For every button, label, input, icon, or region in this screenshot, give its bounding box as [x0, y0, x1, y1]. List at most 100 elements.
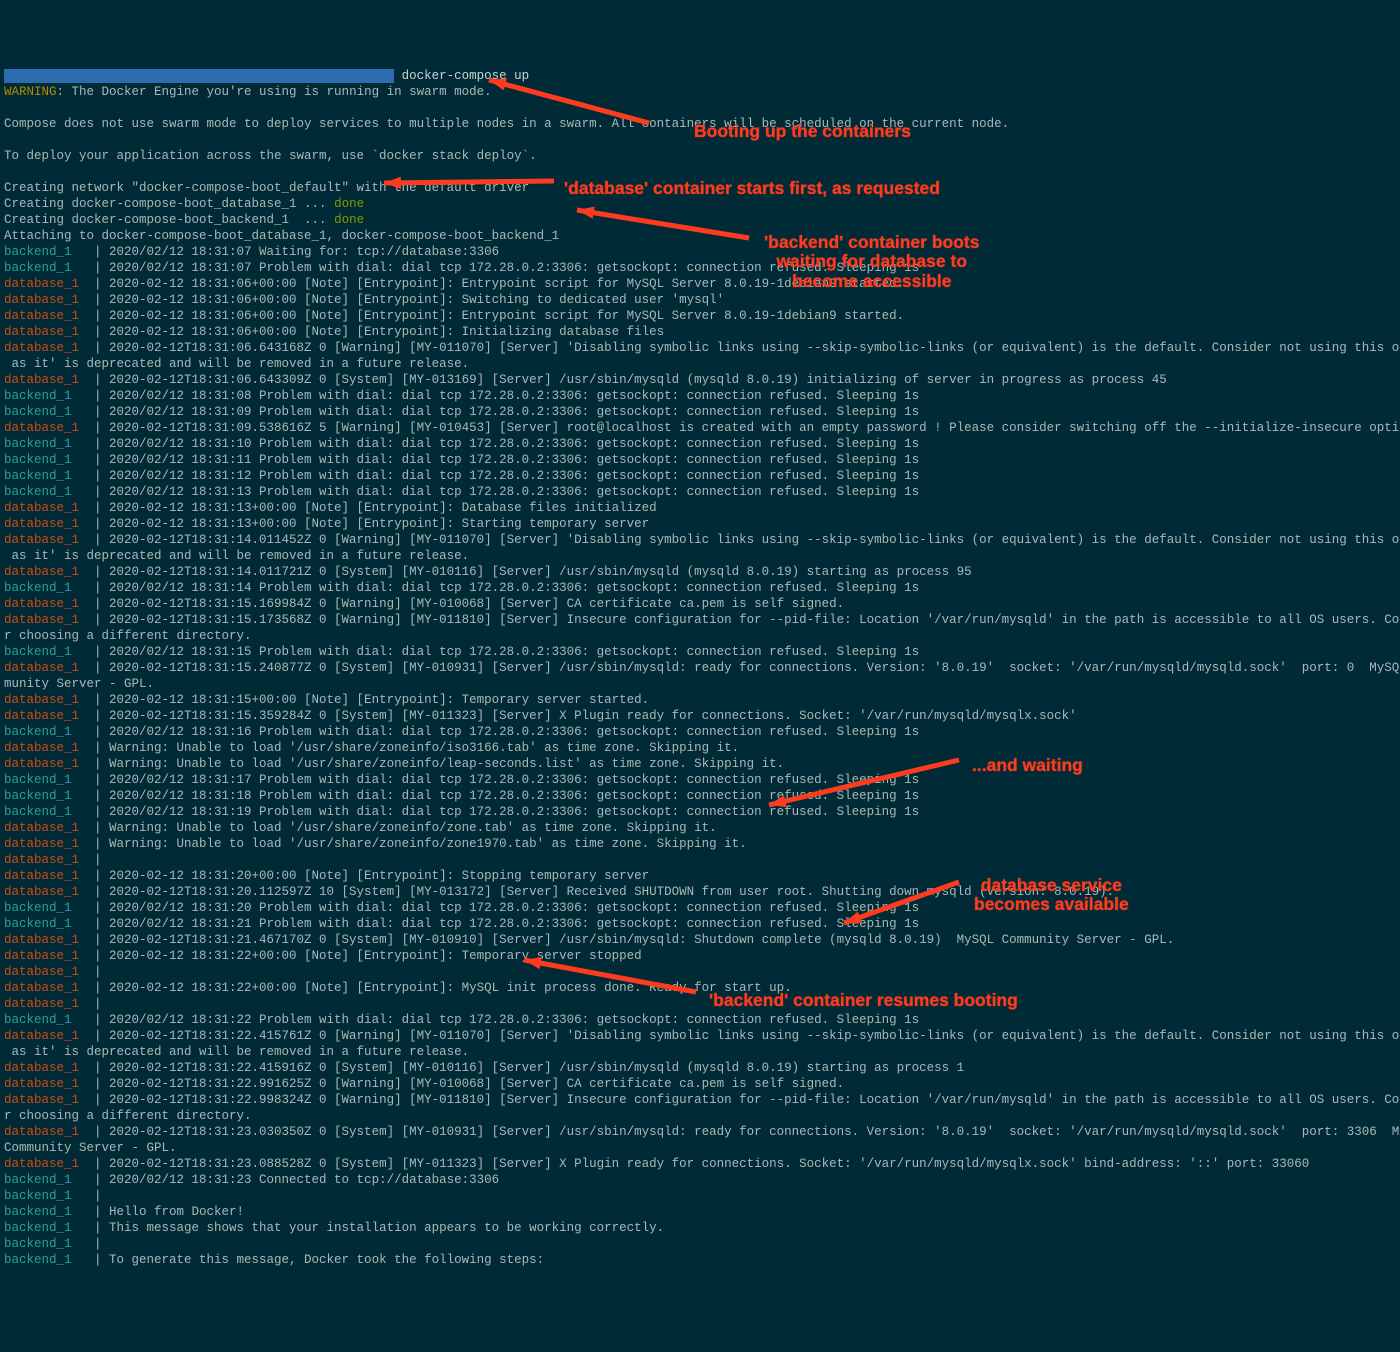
log-line: database_1 |	[4, 964, 1396, 980]
annotation: 'backend' container resumes booting	[709, 989, 1018, 1011]
database-label: database_1	[4, 1029, 79, 1043]
backend-label: backend_1	[4, 1173, 79, 1187]
log-line: backend_1 | 2020/02/12 18:31:15 Problem …	[4, 644, 1396, 660]
backend-label: backend_1	[4, 469, 79, 483]
log-line: backend_1 | 2020/02/12 18:31:14 Problem …	[4, 580, 1396, 596]
backend-label: backend_1	[4, 1221, 79, 1235]
log-line: database_1 | 2020-02-12T18:31:15.240877Z…	[4, 660, 1396, 692]
log-line: database_1 | 2020-02-12 18:31:06+00:00 […	[4, 324, 1396, 340]
log-line: backend_1 | 2020/02/12 18:31:16 Problem …	[4, 724, 1396, 740]
database-label: database_1	[4, 1077, 79, 1091]
log-line: database_1 | 2020-02-12T18:31:06.643168Z…	[4, 340, 1396, 372]
log-line: Creating docker-compose-boot_backend_1 .…	[4, 212, 1396, 228]
log-line: database_1 | 2020-02-12T18:31:09.538616Z…	[4, 420, 1396, 436]
database-label: database_1	[4, 821, 79, 835]
database-label: database_1	[4, 709, 79, 723]
database-label: database_1	[4, 517, 79, 531]
log-line: backend_1 | 2020/02/12 18:31:22 Problem …	[4, 1012, 1396, 1028]
log-line: backend_1 |	[4, 1188, 1396, 1204]
backend-label: backend_1	[4, 453, 79, 467]
log-line: database_1 | 2020-02-12T18:31:21.467170Z…	[4, 932, 1396, 948]
log-line: database_1 | 2020-02-12T18:31:23.030350Z…	[4, 1124, 1396, 1156]
backend-label: backend_1	[4, 581, 79, 595]
log-line: database_1 | 2020-02-12T18:31:14.011452Z…	[4, 532, 1396, 564]
log-line: database_1 | 2020-02-12 18:31:15+00:00 […	[4, 692, 1396, 708]
backend-label: backend_1	[4, 389, 79, 403]
database-label: database_1	[4, 533, 79, 547]
database-label: database_1	[4, 325, 79, 339]
annotation: 'backend' container boots waiting for da…	[764, 233, 979, 291]
log-line: backend_1 | 2020/02/12 18:31:13 Problem …	[4, 484, 1396, 500]
log-line: database_1 | 2020-02-12 18:31:20+00:00 […	[4, 868, 1396, 884]
log-line: backend_1 | To generate this message, Do…	[4, 1252, 1396, 1268]
log-line: Attaching to docker-compose-boot_databas…	[4, 228, 1396, 244]
status-done: done	[334, 197, 364, 211]
annotation: database service becomes available	[974, 876, 1129, 915]
log-line: database_1 |	[4, 852, 1396, 868]
log-line: database_1 | Warning: Unable to load '/u…	[4, 756, 1396, 772]
log-line: backend_1 | 2020/02/12 18:31:10 Problem …	[4, 436, 1396, 452]
database-label: database_1	[4, 885, 79, 899]
backend-label: backend_1	[4, 261, 79, 275]
log-line: WARNING: The Docker Engine you're using …	[4, 84, 1396, 100]
log-line: backend_1 | 2020/02/12 18:31:07 Waiting …	[4, 244, 1396, 260]
backend-label: backend_1	[4, 1205, 79, 1219]
database-label: database_1	[4, 277, 79, 291]
log-line: backend_1 | 2020/02/12 18:31:07 Problem …	[4, 260, 1396, 276]
command-prompt[interactable]: docker-compose up	[4, 68, 1396, 84]
annotation: ...and waiting	[972, 754, 1083, 776]
log-line: backend_1 | 2020/02/12 18:31:18 Problem …	[4, 788, 1396, 804]
log-line: backend_1 | 2020/02/12 18:31:17 Problem …	[4, 772, 1396, 788]
backend-label: backend_1	[4, 1189, 79, 1203]
database-label: database_1	[4, 949, 79, 963]
log-line: database_1 | 2020-02-12T18:31:23.088528Z…	[4, 1156, 1396, 1172]
annotation: Booting up the containers	[694, 120, 911, 142]
backend-label: backend_1	[4, 917, 79, 931]
database-label: database_1	[4, 309, 79, 323]
backend-label: backend_1	[4, 1013, 79, 1027]
database-label: database_1	[4, 981, 79, 995]
backend-label: backend_1	[4, 405, 79, 419]
database-label: database_1	[4, 1093, 79, 1107]
log-line: database_1 | 2020-02-12 18:31:13+00:00 […	[4, 500, 1396, 516]
log-line: backend_1 | 2020/02/12 18:31:11 Problem …	[4, 452, 1396, 468]
backend-label: backend_1	[4, 437, 79, 451]
log-line: database_1 | 2020-02-12T18:31:06.643309Z…	[4, 372, 1396, 388]
backend-label: backend_1	[4, 773, 79, 787]
database-label: database_1	[4, 293, 79, 307]
backend-label: backend_1	[4, 805, 79, 819]
log-line: database_1 | 2020-02-12T18:31:15.359284Z…	[4, 708, 1396, 724]
backend-label: backend_1	[4, 1253, 79, 1267]
command-text: docker-compose up	[394, 69, 529, 83]
log-line: backend_1 | 2020/02/12 18:31:23 Connecte…	[4, 1172, 1396, 1188]
log-line: backend_1 | Hello from Docker!	[4, 1204, 1396, 1220]
log-line: database_1 | Warning: Unable to load '/u…	[4, 740, 1396, 756]
log-line: To deploy your application across the sw…	[4, 148, 1396, 164]
log-line: backend_1 | 2020/02/12 18:31:19 Problem …	[4, 804, 1396, 820]
log-line: database_1 | 2020-02-12T18:31:15.173568Z…	[4, 612, 1396, 644]
log-line	[4, 100, 1396, 116]
log-line: database_1 | 2020-02-12T18:31:22.998324Z…	[4, 1092, 1396, 1124]
log-line: database_1 | 2020-02-12 18:31:13+00:00 […	[4, 516, 1396, 532]
log-line: backend_1 | 2020/02/12 18:31:20 Problem …	[4, 900, 1396, 916]
status-done: done	[334, 213, 364, 227]
database-label: database_1	[4, 661, 79, 675]
log-line: database_1 | Warning: Unable to load '/u…	[4, 820, 1396, 836]
database-label: database_1	[4, 1157, 79, 1171]
log-line: database_1 | 2020-02-12T18:31:20.112597Z…	[4, 884, 1396, 900]
database-label: database_1	[4, 869, 79, 883]
backend-label: backend_1	[4, 901, 79, 915]
backend-label: backend_1	[4, 789, 79, 803]
database-label: database_1	[4, 613, 79, 627]
log-line: database_1 | 2020-02-12T18:31:22.991625Z…	[4, 1076, 1396, 1092]
database-label: database_1	[4, 997, 79, 1011]
warning-label: WARNING	[4, 85, 57, 99]
backend-label: backend_1	[4, 245, 79, 259]
log-line: database_1 |	[4, 996, 1396, 1012]
log-line: backend_1 | 2020/02/12 18:31:12 Problem …	[4, 468, 1396, 484]
database-label: database_1	[4, 341, 79, 355]
database-label: database_1	[4, 741, 79, 755]
log-line: database_1 | 2020-02-12 18:31:22+00:00 […	[4, 948, 1396, 964]
prompt-selection	[4, 69, 394, 83]
log-line: database_1 | 2020-02-12T18:31:15.169984Z…	[4, 596, 1396, 612]
